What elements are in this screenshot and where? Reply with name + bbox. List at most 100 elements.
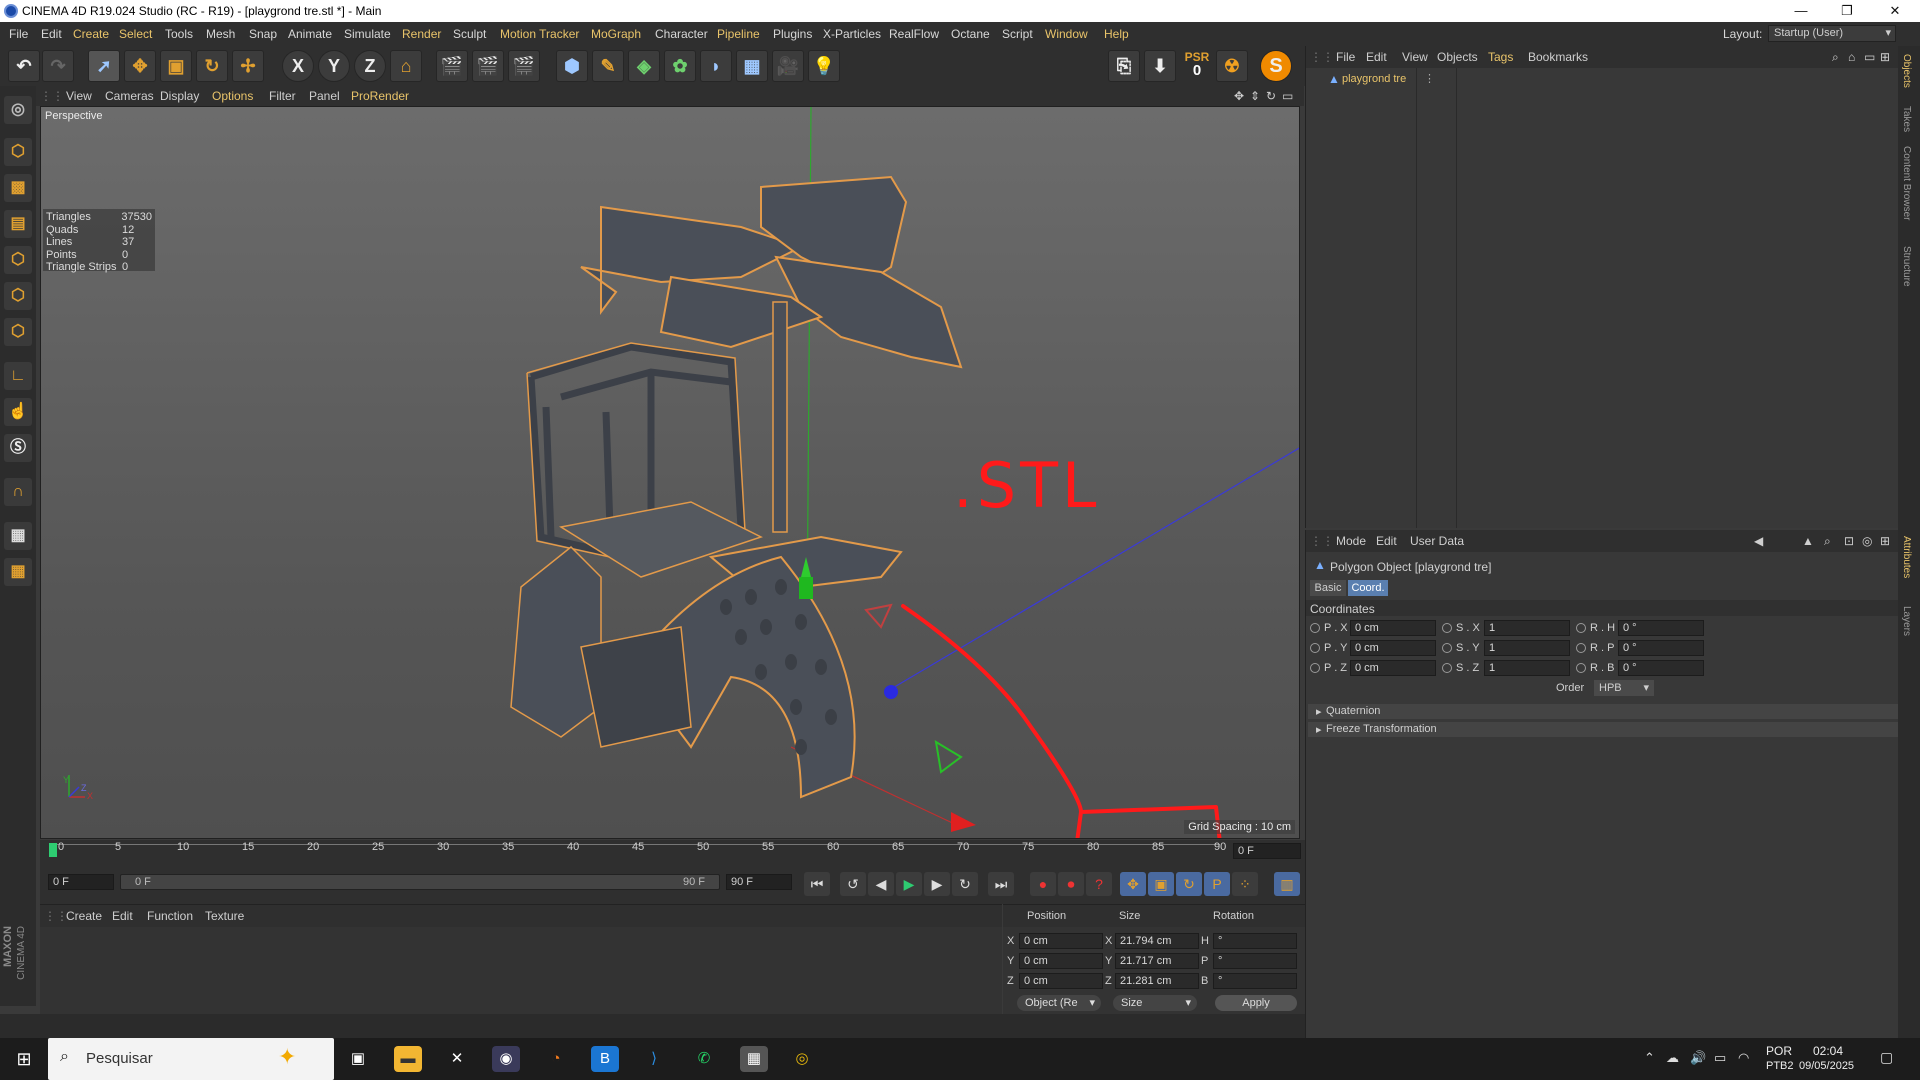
target-icon[interactable]: ◎ <box>1862 530 1872 552</box>
attr-rb-field[interactable]: 0 ° <box>1618 660 1704 676</box>
viewport-menu-options[interactable]: Options <box>212 86 253 106</box>
size-z-field[interactable]: 21.281 cm <box>1115 973 1199 989</box>
material-menu-texture[interactable]: Texture <box>205 905 244 927</box>
radio-sz[interactable] <box>1442 663 1452 673</box>
object-menu-tags[interactable]: Tags <box>1488 46 1513 68</box>
menu-octane[interactable]: Octane <box>951 22 990 46</box>
wifi-icon[interactable]: ◠ <box>1738 1050 1749 1066</box>
volume-icon[interactable]: 🔊 <box>1690 1050 1706 1066</box>
menu-sculpt[interactable]: Sculpt <box>453 22 486 46</box>
menu-window[interactable]: Window <box>1045 22 1088 46</box>
edges-mode-icon[interactable]: ⬡ <box>4 282 32 310</box>
restore-button[interactable]: ❐ <box>1824 0 1870 22</box>
menu-snap[interactable]: Snap <box>249 22 277 46</box>
menu-create[interactable]: Create <box>73 22 109 46</box>
menu-pipeline[interactable]: Pipeline <box>717 22 760 46</box>
radio-py[interactable] <box>1310 643 1320 653</box>
file-explorer-icon[interactable]: ▬ <box>394 1046 422 1072</box>
current-frame-field[interactable]: 0 F <box>1233 843 1301 859</box>
autokey-icon[interactable]: ⏺ <box>1058 872 1084 896</box>
playhead[interactable] <box>49 843 57 857</box>
minimize-panel-icon[interactable]: ▭ <box>1864 46 1875 68</box>
viewport-rotate-icon[interactable]: ↻ <box>1266 86 1276 106</box>
menu-mesh[interactable]: Mesh <box>206 22 235 46</box>
menu-file[interactable]: File <box>9 22 28 46</box>
lock-icon[interactable]: ⊡ <box>1844 530 1854 552</box>
side-tab-objects[interactable]: Objects <box>1901 54 1912 88</box>
magnet-icon[interactable]: ∩ <box>4 478 32 506</box>
viewport-3d[interactable]: Perspective Triangles 37530 Quads 12 Lines… <box>40 106 1300 839</box>
search-icon[interactable]: ⌕ <box>1824 530 1831 552</box>
model-mode-icon[interactable]: ⬡ <box>4 138 32 166</box>
go-to-end-icon[interactable]: ⏭ <box>988 872 1014 896</box>
clock-time[interactable]: 02:04 <box>1813 1044 1843 1058</box>
record-scale-icon[interactable]: ▣ <box>1148 872 1174 896</box>
attr-py-field[interactable]: 0 cm <box>1350 640 1436 656</box>
render-view-icon[interactable]: 🎬 <box>436 50 468 82</box>
redo-icon[interactable]: ↷ <box>42 50 74 82</box>
radioactive-icon[interactable]: ☢ <box>1216 50 1248 82</box>
attr-pz-field[interactable]: 0 cm <box>1350 660 1436 676</box>
menu-edit[interactable]: Edit <box>41 22 62 46</box>
new-panel-icon[interactable]: ⊞ <box>1880 530 1890 552</box>
record-position-icon[interactable]: ✥ <box>1120 872 1146 896</box>
attr-menu-edit[interactable]: Edit <box>1376 530 1397 552</box>
radio-pz[interactable] <box>1310 663 1320 673</box>
side-tab-layers[interactable]: Layers <box>1901 606 1912 636</box>
search-icon[interactable]: ⌕ <box>1832 46 1839 68</box>
attr-sz-field[interactable]: 1 <box>1484 660 1570 676</box>
viewport-zoom-icon[interactable]: ⇕ <box>1250 86 1260 106</box>
object-menu-bookmarks[interactable]: Bookmarks <box>1528 46 1588 68</box>
object-row[interactable]: ▲ playgrond tre ⋮ <box>1314 72 1899 88</box>
object-menu-view[interactable]: View <box>1402 46 1428 68</box>
radio-rb[interactable] <box>1576 663 1586 673</box>
workplane-icon[interactable]: ▤ <box>4 210 32 238</box>
attr-menu-mode[interactable]: Mode <box>1336 530 1366 552</box>
go-to-start-icon[interactable]: ⏮ <box>804 872 830 896</box>
point-level-icon[interactable]: ⁘ <box>1232 872 1258 896</box>
viewport-menu-view[interactable]: View <box>66 86 92 106</box>
viewport-menu-cameras[interactable]: Cameras <box>105 86 154 106</box>
radio-rh[interactable] <box>1576 623 1586 633</box>
chevron-up-icon[interactable]: ⌃ <box>1644 1050 1655 1066</box>
points-mode-icon[interactable]: ⬡ <box>4 246 32 274</box>
coord-mode-select[interactable]: Object (Re ▾ <box>1017 995 1101 1011</box>
start-frame-field[interactable]: 0 F <box>48 874 114 890</box>
tab-coord[interactable]: Coord. <box>1348 580 1388 596</box>
vscode-icon[interactable]: ⟩ <box>640 1046 668 1072</box>
loop-back-icon[interactable]: ↺ <box>840 872 866 896</box>
layout-select[interactable]: Startup (User) ▾ <box>1768 25 1896 42</box>
rotate-icon[interactable]: ↻ <box>196 50 228 82</box>
viewport-menu-panel[interactable]: Panel <box>309 86 340 106</box>
snap-icon[interactable]: Ⓢ <box>4 434 32 462</box>
select-icon[interactable]: ➚ <box>88 50 120 82</box>
whatsapp-icon[interactable]: ✆ <box>690 1046 718 1072</box>
menu-x-particles[interactable]: X-Particles <box>823 22 881 46</box>
size-x-field[interactable]: 21.794 cm <box>1115 933 1199 949</box>
loop-forward-icon[interactable]: ↻ <box>952 872 978 896</box>
end-frame-field[interactable]: 90 F <box>726 874 792 890</box>
viewport-menu-display[interactable]: Display <box>160 86 199 106</box>
size-mode-select[interactable]: Size ▾ <box>1113 995 1197 1011</box>
clipboard-icon[interactable]: ⎘ <box>1108 50 1140 82</box>
side-tab-content-browser[interactable]: Content Browser <box>1901 146 1912 220</box>
menu-plugins[interactable]: Plugins <box>773 22 812 46</box>
lock-workplane-icon[interactable]: ▦ <box>4 522 32 550</box>
undo-icon[interactable]: ↶ <box>8 50 40 82</box>
side-tab-attributes[interactable]: Attributes <box>1901 536 1912 578</box>
position-y-field[interactable]: 0 cm <box>1019 953 1103 969</box>
object-menu-edit[interactable]: Edit <box>1366 46 1387 68</box>
render-picture-viewer-icon[interactable]: 🎬 <box>472 50 504 82</box>
record-param-icon[interactable]: P <box>1204 872 1230 896</box>
menu-realflow[interactable]: RealFlow <box>889 22 939 46</box>
y-axis-icon[interactable]: Y <box>318 50 350 82</box>
frame-range-slider[interactable]: 0 F 90 F <box>120 874 720 890</box>
home-icon[interactable]: ⌂ <box>1848 46 1855 68</box>
object-menu-file[interactable]: File <box>1336 46 1355 68</box>
material-menu-create[interactable]: Create <box>66 905 102 927</box>
size-y-field[interactable]: 21.717 cm <box>1115 953 1199 969</box>
viewport-menu-filter[interactable]: Filter <box>269 86 296 106</box>
maximize-panel-icon[interactable]: ⊞ <box>1880 46 1890 68</box>
clock-date[interactable]: 09/05/2025 <box>1799 1060 1854 1072</box>
attr-sx-field[interactable]: 1 <box>1484 620 1570 636</box>
